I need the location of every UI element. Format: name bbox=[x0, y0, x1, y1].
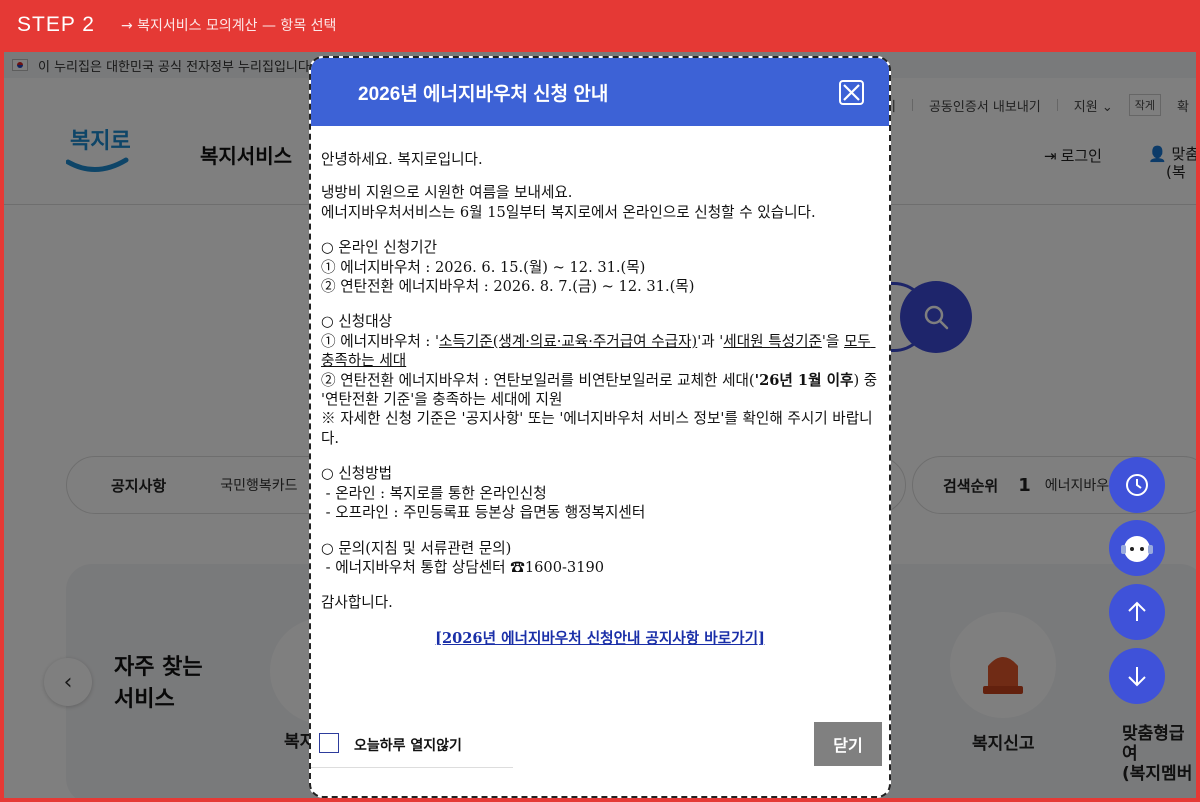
utility-link-cert-export[interactable]: 공동인증서 내보내기 bbox=[929, 96, 1041, 115]
korea-flag-icon bbox=[12, 59, 28, 71]
bokjiro-logo[interactable]: 복지로 bbox=[66, 120, 130, 178]
utility-link-support[interactable]: 지원 ⌄ bbox=[1074, 96, 1113, 115]
notice-popup: 2026년 에너지바우처 신청 안내 안녕하세요. 복지로입니다. 냉방비 지원… bbox=[309, 56, 891, 798]
contact-heading: ○ 문의(지침 및 서류관련 문의) bbox=[321, 539, 512, 557]
greeting: 안녕하세요. 복지로입니다. bbox=[321, 151, 483, 168]
chevron-left-icon: ‹ bbox=[63, 669, 73, 695]
target-item: ② 연탄전환 에너지바우처 : 연탄보일러를 비연탄보일러로 교체한 세대('2… bbox=[321, 371, 882, 409]
method-item: - 오프라인 : 주민등록표 등본상 읍면동 행정복지센터 bbox=[321, 504, 646, 522]
step-label: STEP 2 bbox=[17, 13, 95, 36]
target-heading: ○ 신청대상 bbox=[321, 313, 393, 331]
arrow-down-icon bbox=[1128, 667, 1146, 687]
search-icon bbox=[924, 305, 949, 330]
arrow-up-icon bbox=[1128, 601, 1146, 621]
member-label: 맞춤 bbox=[1171, 145, 1196, 163]
member-label-line2: (복 bbox=[1166, 163, 1186, 181]
scroll-bottom-button[interactable] bbox=[1109, 648, 1165, 704]
notice-item[interactable]: 국민행복카드 bbox=[220, 475, 297, 495]
utility-cut-text: 확 bbox=[1176, 99, 1189, 115]
search-button[interactable] bbox=[900, 281, 972, 353]
dont-show-today-label[interactable]: 오늘하루 열지않기 bbox=[354, 735, 462, 755]
step-banner: STEP 2 → 복지서비스 모의계산 — 항목 선택 bbox=[0, 0, 1200, 50]
siren-icon bbox=[983, 657, 1023, 694]
contact-line: - 에너지바우처 통합 상담센터 ☎1600-3190 bbox=[321, 558, 605, 576]
chatbot-icon bbox=[1121, 536, 1153, 562]
popup-body: 안녕하세요. 복지로입니다. 냉방비 지원으로 시원한 여름을 보내세요. 에너… bbox=[311, 126, 889, 648]
intro-line: 냉방비 지원으로 시원한 여름을 보내세요. bbox=[321, 184, 573, 202]
divider bbox=[1056, 99, 1058, 111]
notice-title: 공지사항 bbox=[111, 476, 167, 495]
dont-show-today-checkbox[interactable] bbox=[319, 733, 339, 753]
site-title: 복지서비스 bbox=[200, 144, 292, 168]
login-label: 로그인 bbox=[1060, 147, 1102, 165]
text-size-small-button[interactable]: 작게 bbox=[1128, 94, 1161, 116]
period-item: ① 에너지바우처 : 2026. 6. 15.(월) ~ 12. 31.(목) bbox=[321, 258, 646, 276]
rank-number: 1 bbox=[1018, 474, 1031, 496]
utility-nav: 기 공동인증서 내보내기 지원 ⌄ 작게 확 bbox=[884, 94, 1189, 116]
logo-text: 복지로 bbox=[70, 129, 130, 154]
popup-header: 2026년 에너지바우처 신청 안내 bbox=[311, 58, 889, 126]
closing-text: 감사합니다. bbox=[321, 594, 393, 612]
custom-member-link[interactable]: 👤 맞춤 (복 bbox=[1148, 145, 1196, 181]
popup-close-button[interactable] bbox=[839, 80, 864, 105]
login-icon: ⇥ bbox=[1044, 146, 1057, 165]
intro-line: 에너지바우처서비스는 6월 15일부터 복지로에서 온라인으로 신청할 수 있습… bbox=[321, 203, 816, 221]
user-add-icon: 👤 bbox=[1148, 145, 1167, 163]
divider bbox=[911, 99, 913, 111]
target-note: ※ 자세한 신청 기준은 '공지사항' 또는 '에너지바우처 서비스 정보'를 … bbox=[321, 410, 873, 447]
chevron-down-icon: ⌄ bbox=[1101, 99, 1113, 115]
close-icon bbox=[843, 84, 860, 101]
period-item: ② 연탄전환 에너지바우처 : 2026. 8. 7.(금) ~ 12. 31.… bbox=[321, 278, 695, 296]
target-item: ① 에너지바우처 : '소득기준(생계·의료·교육·주거급여 수급자)'과 '세… bbox=[321, 332, 876, 370]
login-link[interactable]: ⇥ 로그인 bbox=[1044, 145, 1102, 166]
rank-item[interactable]: 에너지바우 bbox=[1045, 475, 1109, 495]
step-description: → 복지서비스 모의계산 — 항목 선택 bbox=[120, 18, 337, 34]
footer-divider bbox=[311, 767, 513, 768]
period-heading: ○ 온라인 신청기간 bbox=[321, 239, 437, 257]
method-item: - 온라인 : 복지로를 통한 온라인신청 bbox=[321, 484, 547, 502]
service-icon-circle[interactable] bbox=[950, 612, 1056, 718]
close-button[interactable]: 닫기 bbox=[814, 722, 882, 766]
service-label[interactable]: 복지신고 bbox=[972, 734, 1035, 754]
recent-view-button[interactable] bbox=[1109, 457, 1165, 513]
faq-title: 자주 찾는 서비스 bbox=[114, 655, 203, 712]
gov-notice-text: 이 누리집은 대한민국 공식 전자정부 누리집입니다 bbox=[38, 59, 310, 75]
history-icon bbox=[1126, 474, 1148, 496]
rank-title: 검색순위 bbox=[943, 476, 999, 495]
chatbot-button[interactable] bbox=[1109, 520, 1165, 576]
service-label[interactable]: 맞춤형급여 (복지멤버 bbox=[1122, 724, 1196, 784]
scroll-top-button[interactable] bbox=[1109, 584, 1165, 640]
method-heading: ○ 신청방법 bbox=[321, 465, 393, 483]
carousel-prev-button[interactable]: ‹ bbox=[44, 658, 92, 706]
popup-footer: 오늘하루 열지않기 닫기 bbox=[311, 722, 889, 796]
popup-title: 2026년 에너지바우처 신청 안내 bbox=[358, 83, 609, 105]
notice-link[interactable]: [2026년 에너지바우처 신청안내 공지사항 바로가기] bbox=[321, 629, 879, 648]
